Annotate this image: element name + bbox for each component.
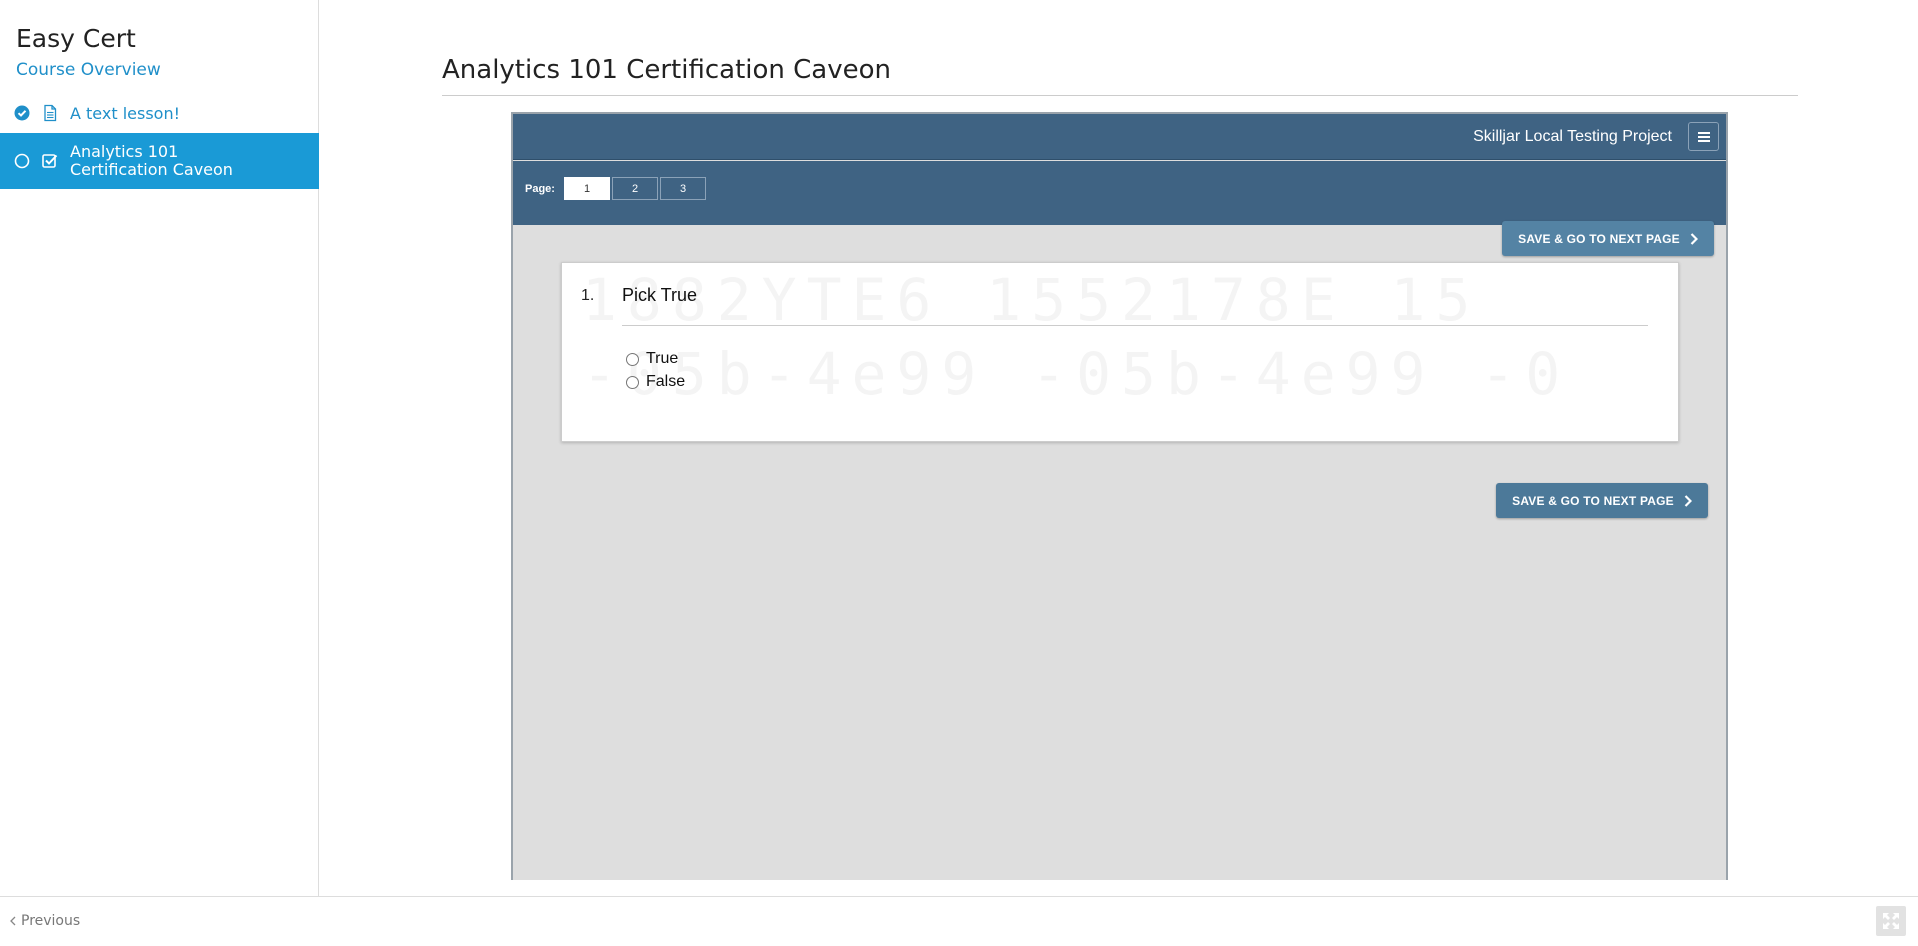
exam-frame: Skilljar Local Testing Project Page: 1 2… — [511, 112, 1728, 880]
project-name: Skilljar Local Testing Project — [1473, 128, 1672, 145]
sidebar-item-label: Analytics 101 Certification Caveon — [70, 142, 233, 179]
page-selector: 1 2 3 — [564, 177, 706, 200]
previous-link[interactable]: Previous — [10, 913, 80, 929]
save-next-label: SAVE & GO TO NEXT PAGE — [1512, 493, 1674, 508]
title-divider — [442, 95, 1798, 96]
radio-button[interactable] — [626, 375, 639, 389]
watermark: 1882YTE6 1552178E 15 -05b-4e99 -05b-4e99… — [582, 263, 1570, 411]
page-button-3[interactable]: 3 — [660, 177, 706, 200]
chevron-right-icon — [1684, 494, 1692, 507]
save-next-button-bottom[interactable]: SAVE & GO TO NEXT PAGE — [1496, 483, 1708, 518]
previous-label: Previous — [21, 913, 81, 929]
course-title: Easy Cert — [16, 24, 136, 53]
exam-header: Skilljar Local Testing Project — [513, 114, 1726, 160]
lesson-footer: Previous — [0, 896, 1918, 946]
sidebar-item-text-lesson[interactable]: A text lesson! — [0, 98, 319, 128]
checkbox-icon — [41, 152, 59, 170]
chevron-left-icon — [10, 916, 16, 926]
answer-option-true[interactable]: True — [626, 350, 678, 368]
page-button-2[interactable]: 2 — [612, 177, 658, 200]
expand-icon — [1883, 913, 1899, 929]
course-sidebar: Easy Cert Course Overview A text lesson!… — [0, 0, 319, 896]
answer-label: False — [646, 373, 686, 390]
watermark-line: -05b-4e99 -05b-4e99 -0 — [582, 340, 1571, 408]
chevron-right-icon — [1690, 232, 1698, 245]
check-circle-icon — [14, 105, 30, 121]
question-card: 1882YTE6 1552178E 15 -05b-4e99 -05b-4e99… — [561, 262, 1679, 442]
menu-button[interactable] — [1688, 122, 1719, 151]
empty-circle-icon — [14, 153, 30, 169]
hamburger-icon — [1697, 131, 1710, 142]
fullscreen-button[interactable] — [1876, 906, 1906, 936]
radio-button[interactable] — [626, 352, 639, 366]
sidebar-item-label: A text lesson! — [70, 103, 180, 123]
sidebar-item-analytics-quiz[interactable]: Analytics 101 Certification Caveon — [0, 133, 319, 189]
answer-option-false[interactable]: False — [626, 373, 685, 391]
question-number: 1. — [581, 287, 595, 304]
page-label: Page: — [525, 183, 555, 195]
question-divider — [622, 325, 1648, 326]
answer-label: True — [646, 350, 679, 367]
document-icon — [41, 104, 59, 122]
save-next-label: SAVE & GO TO NEXT PAGE — [1518, 231, 1680, 246]
question-text: Pick True — [622, 285, 698, 305]
page-button-1[interactable]: 1 — [564, 177, 610, 200]
course-overview-link[interactable]: Course Overview — [16, 60, 161, 80]
save-next-button-top[interactable]: SAVE & GO TO NEXT PAGE — [1502, 221, 1714, 256]
exam-page-nav: Page: 1 2 3 SAVE & GO TO NEXT PAGE — [513, 161, 1726, 256]
page-title: Analytics 101 Certification Caveon — [442, 55, 892, 85]
